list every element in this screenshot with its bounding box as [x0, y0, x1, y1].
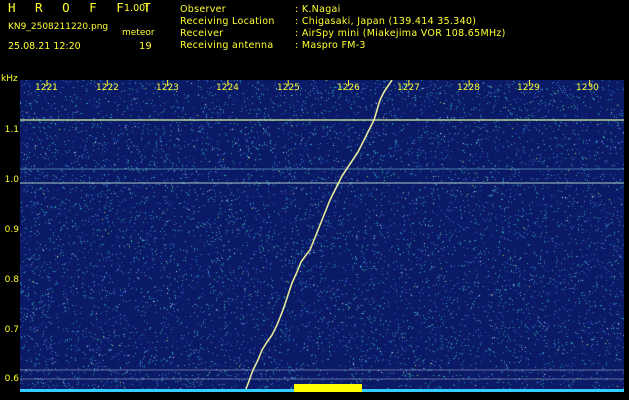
x-tick-label: 1225	[277, 83, 300, 93]
x-tick-marks	[46, 80, 591, 86]
file-name: KN9_2508211220.png	[8, 22, 109, 32]
spectrogram-screen: H R O F F T 1.00f KN9_2508211220.png met…	[0, 0, 629, 400]
spectrogram-plot	[20, 80, 624, 392]
info-label: Receiver	[180, 28, 224, 39]
x-tick-label: 1221	[35, 83, 58, 93]
info-label: Receiving Location	[180, 16, 275, 27]
info-value: : Chigasaki, Japan (139.414 35.340)	[295, 16, 477, 27]
mode-label: meteor	[122, 28, 155, 38]
y-tick-label: 0.9	[4, 225, 19, 235]
y-tick-label: 0.7	[4, 325, 19, 335]
info-value: : Maspro FM-3	[295, 40, 366, 51]
y-axis-unit: kHz	[1, 74, 18, 84]
spectrogram-overlay	[20, 80, 624, 392]
y-tick-label: 0.8	[4, 275, 19, 285]
info-value: : AirSpy mini (Miakejima VOR 108.65MHz)	[295, 28, 506, 39]
x-tick-label: 1223	[156, 83, 179, 93]
meteor-trail	[245, 80, 393, 390]
meteor-count: 19	[139, 41, 152, 52]
x-tick-label: 1224	[216, 83, 239, 93]
info-value: : K.Nagai	[295, 4, 341, 15]
y-tick-label: 1.1	[4, 125, 19, 135]
info-label: Receiving antenna	[180, 40, 274, 51]
x-tick-label: 1228	[457, 83, 480, 93]
date-time: 25.08.21 12:20	[8, 41, 81, 52]
y-tick-label: 0.6	[4, 374, 19, 384]
app-version: 1.00f	[124, 3, 149, 14]
x-tick-label: 1222	[96, 83, 119, 93]
y-tick-label: 1.0	[4, 175, 19, 185]
x-tick-label: 1230	[576, 83, 599, 93]
x-tick-label: 1226	[337, 83, 360, 93]
info-label: Observer	[180, 4, 226, 15]
x-tick-label: 1229	[517, 83, 540, 93]
echo-peak-marker	[294, 384, 362, 392]
x-tick-label: 1227	[397, 83, 420, 93]
